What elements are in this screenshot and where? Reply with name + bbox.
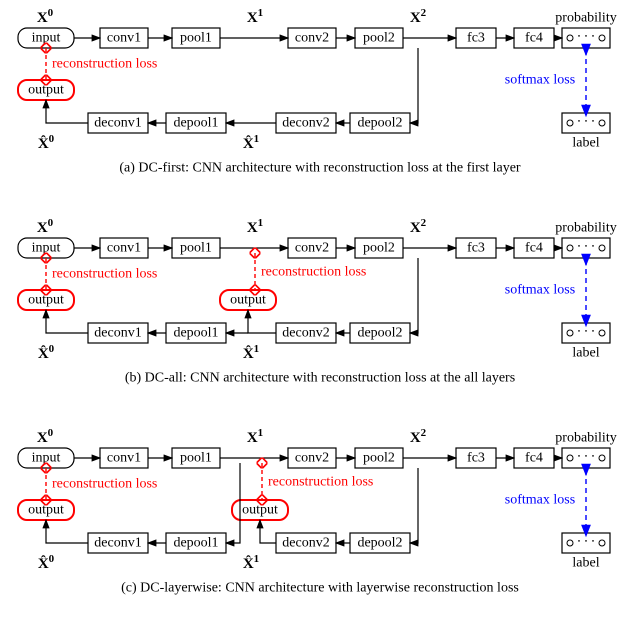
svg-text:conv2: conv2 <box>295 31 329 46</box>
svg-text:input: input <box>32 451 61 466</box>
svg-text:probability: probability <box>555 221 616 236</box>
svg-text:fc4: fc4 <box>525 31 543 46</box>
svg-text:output: output <box>230 293 266 308</box>
svg-text:depool1: depool1 <box>173 326 218 341</box>
svg-text:∙ ∙ ∙: ∙ ∙ ∙ <box>577 325 595 340</box>
svg-text:fc4: fc4 <box>525 241 543 256</box>
caption-c: (c) DC-layerwise: CNN architecture with … <box>121 581 519 596</box>
svg-text:∙ ∙ ∙: ∙ ∙ ∙ <box>577 30 595 45</box>
svg-text:probability: probability <box>555 431 616 446</box>
svg-text:depool2: depool2 <box>357 326 402 341</box>
svg-text:output: output <box>28 503 64 518</box>
x1-label: X1 <box>247 7 263 26</box>
xhat1-label: X̂1 <box>243 133 259 152</box>
svg-text:X̂0: X̂0 <box>38 553 55 572</box>
svg-text:X2: X2 <box>410 217 427 236</box>
svg-text:fc3: fc3 <box>467 241 485 256</box>
svg-text:depool2: depool2 <box>357 116 402 131</box>
svg-text:X2: X2 <box>410 427 427 446</box>
svg-text:fc4: fc4 <box>525 451 543 466</box>
svg-text:X̂0: X̂0 <box>38 343 55 362</box>
svg-text:pool1: pool1 <box>180 451 212 466</box>
recon-loss-label-a: reconstruction loss <box>52 57 157 72</box>
svg-text:pool1: pool1 <box>180 241 212 256</box>
svg-text:fc3: fc3 <box>467 451 485 466</box>
caption-a: (a) DC-first: CNN architecture with reco… <box>119 161 521 176</box>
svg-text:depool2: depool2 <box>357 536 402 551</box>
svg-text:∙ ∙ ∙: ∙ ∙ ∙ <box>577 450 595 465</box>
softmax-loss-label: softmax loss <box>505 73 575 88</box>
svg-text:label: label <box>572 556 599 571</box>
svg-text:reconstruction loss: reconstruction loss <box>52 477 157 492</box>
svg-text:pool2: pool2 <box>363 241 395 256</box>
probability-label: probability <box>555 11 616 26</box>
svg-text:X0: X0 <box>37 217 54 236</box>
svg-text:conv1: conv1 <box>107 241 141 256</box>
panel-b: X0 X1 X2 probability input conv1 pool1 c… <box>18 217 617 386</box>
xhat0-label: X̂0 <box>38 133 55 152</box>
svg-text:∙ ∙ ∙: ∙ ∙ ∙ <box>577 535 595 550</box>
svg-text:deconv1: deconv1 <box>94 116 141 131</box>
svg-text:X1: X1 <box>247 427 263 446</box>
svg-text:depool1: depool1 <box>173 116 218 131</box>
svg-text:pool1: pool1 <box>180 31 212 46</box>
label-text: label <box>572 136 599 151</box>
svg-text:conv2: conv2 <box>295 241 329 256</box>
svg-text:output: output <box>28 293 64 308</box>
svg-text:deconv2: deconv2 <box>282 326 329 341</box>
svg-text:deconv1: deconv1 <box>94 326 141 341</box>
svg-text:X̂1: X̂1 <box>243 553 259 572</box>
svg-text:reconstruction loss: reconstruction loss <box>261 265 366 280</box>
x2-label: X2 <box>410 7 427 26</box>
svg-text:pool2: pool2 <box>363 451 395 466</box>
panel-a: X0 X1 X2 probability input conv1 pool1 c… <box>18 7 617 176</box>
input-text: input <box>32 31 61 46</box>
svg-text:conv2: conv2 <box>295 451 329 466</box>
svg-text:fc3: fc3 <box>467 31 485 46</box>
svg-text:deconv2: deconv2 <box>282 536 329 551</box>
svg-text:depool1: depool1 <box>173 536 218 551</box>
svg-text:X1: X1 <box>247 217 263 236</box>
svg-text:X0: X0 <box>37 427 54 446</box>
svg-text:softmax loss: softmax loss <box>505 283 575 298</box>
svg-text:∙ ∙ ∙: ∙ ∙ ∙ <box>577 115 595 130</box>
caption-b: (b) DC-all: CNN architecture with recons… <box>125 371 515 386</box>
svg-text:reconstruction loss: reconstruction loss <box>52 267 157 282</box>
svg-text:reconstruction loss: reconstruction loss <box>268 475 373 490</box>
svg-text:conv1: conv1 <box>107 31 141 46</box>
svg-text:conv1: conv1 <box>107 451 141 466</box>
svg-text:∙ ∙ ∙: ∙ ∙ ∙ <box>577 240 595 255</box>
output-text: output <box>28 83 64 98</box>
svg-text:pool2: pool2 <box>363 31 395 46</box>
svg-text:X̂1: X̂1 <box>243 343 259 362</box>
svg-text:deconv2: deconv2 <box>282 116 329 131</box>
x0-label: X0 <box>37 7 54 26</box>
svg-text:softmax loss: softmax loss <box>505 493 575 508</box>
svg-text:label: label <box>572 346 599 361</box>
panel-c: X0 X1 X2 probability input conv1 pool1 c… <box>18 427 617 596</box>
svg-text:deconv1: deconv1 <box>94 536 141 551</box>
svg-text:input: input <box>32 241 61 256</box>
svg-text:output: output <box>242 503 278 518</box>
